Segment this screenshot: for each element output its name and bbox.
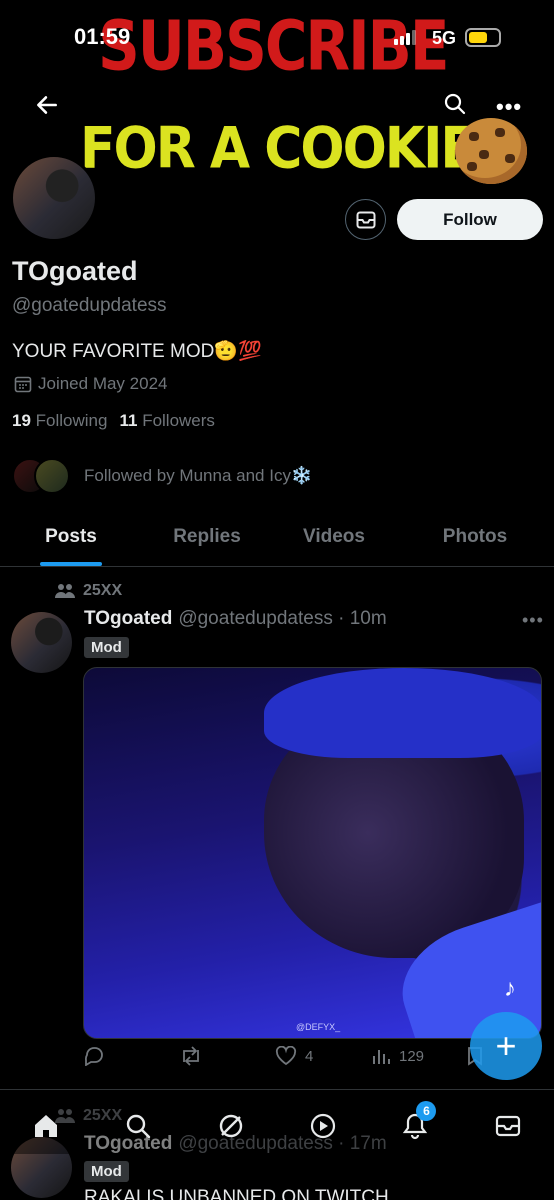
search-icon bbox=[127, 1114, 151, 1139]
status-time: 01:59 bbox=[74, 24, 131, 49]
banner-cookie-text: FOR A COOKIE bbox=[80, 116, 476, 182]
nav-videos[interactable] bbox=[306, 1109, 340, 1143]
following-link[interactable]: 19 Following bbox=[12, 411, 107, 431]
profile-display-name: TOgoated bbox=[12, 256, 138, 286]
community-icon bbox=[55, 584, 75, 598]
bottom-nav: 6 bbox=[0, 1098, 554, 1154]
battery-icon bbox=[465, 28, 501, 47]
video-durag bbox=[264, 668, 541, 758]
nav-search[interactable] bbox=[121, 1109, 155, 1143]
mail-icon bbox=[495, 1115, 520, 1137]
signal-icon bbox=[394, 30, 416, 45]
nav-notifications[interactable]: 6 bbox=[398, 1101, 437, 1143]
post-text: RAKAI IS UNBANNED ON TWITCH bbox=[84, 1187, 389, 1200]
post-author-meta: @goatedupdatess · 10m bbox=[178, 608, 387, 629]
post-header: TOgoated @goatedupdatess · 10m bbox=[84, 608, 387, 630]
post-more-icon[interactable]: ••• bbox=[522, 610, 544, 631]
like-count: 4 bbox=[305, 1047, 314, 1065]
view-count: 129 bbox=[399, 1047, 425, 1065]
more-options-icon[interactable]: ••• bbox=[496, 94, 522, 120]
joined-text: Joined May 2024 bbox=[38, 374, 168, 393]
post-video[interactable]: @DEFYX_ ♪ bbox=[83, 667, 542, 1039]
mod-badge: Mod bbox=[84, 1161, 129, 1182]
post-author-name[interactable]: TOgoated bbox=[84, 608, 172, 630]
network-label: 5G bbox=[432, 28, 457, 48]
tab-photos[interactable]: Photos bbox=[396, 508, 554, 566]
following-count: 19 bbox=[12, 411, 31, 430]
repost-icon bbox=[183, 1046, 199, 1066]
post-actions: 4 129 bbox=[83, 1046, 533, 1066]
play-icon bbox=[311, 1113, 336, 1139]
views-icon bbox=[373, 1050, 390, 1064]
followers-label: Followers bbox=[142, 411, 215, 430]
home-icon bbox=[35, 1115, 58, 1137]
joined-date: Joined May 2024 bbox=[14, 374, 167, 394]
post-author-avatar[interactable] bbox=[11, 612, 72, 673]
back-arrow-icon[interactable] bbox=[34, 92, 60, 118]
notification-badge: 6 bbox=[416, 1101, 437, 1121]
follow-stats: 19 Following 11 Followers bbox=[12, 411, 215, 431]
tab-replies[interactable]: Replies bbox=[142, 508, 272, 566]
followers-link[interactable]: 11 Followers bbox=[119, 411, 214, 431]
followed-by-row[interactable]: Followed by Munna and Icy❄️ bbox=[12, 458, 312, 494]
cookie-icon bbox=[455, 118, 527, 184]
repost-button[interactable] bbox=[179, 1046, 275, 1066]
calendar-icon bbox=[14, 376, 32, 393]
profile-handle: @goatedupdatess bbox=[12, 295, 167, 316]
views-button[interactable]: 129 bbox=[371, 1047, 467, 1065]
nav-home[interactable] bbox=[29, 1109, 63, 1143]
profile-bio: YOUR FAVORITE MOD🫡💯 bbox=[12, 341, 262, 362]
reply-button[interactable] bbox=[83, 1046, 179, 1066]
compose-button[interactable]: + bbox=[470, 1012, 542, 1080]
follow-button[interactable]: Follow bbox=[397, 199, 543, 240]
banner-subscribe-text: SUBSCRIBE bbox=[98, 6, 449, 87]
video-watermark: @DEFYX_ bbox=[296, 1022, 341, 1032]
profile-tabs: Posts Replies Videos Photos bbox=[0, 508, 554, 567]
follower-avatar bbox=[34, 458, 70, 494]
heart-icon bbox=[275, 1046, 297, 1066]
profile-avatar[interactable] bbox=[10, 154, 98, 242]
nav-messages[interactable] bbox=[491, 1109, 525, 1143]
mail-icon bbox=[356, 211, 375, 228]
mod-badge: Mod bbox=[84, 637, 129, 658]
followed-by-text: Followed by Munna and Icy❄️ bbox=[84, 466, 313, 485]
post-divider bbox=[0, 1089, 554, 1090]
tab-posts[interactable]: Posts bbox=[0, 508, 142, 566]
community-label[interactable]: 25XX bbox=[55, 582, 122, 600]
like-button[interactable]: 4 bbox=[275, 1046, 371, 1066]
tiktok-icon: ♪ bbox=[504, 975, 516, 1002]
search-icon[interactable] bbox=[443, 92, 467, 116]
following-label: Following bbox=[35, 411, 108, 430]
reply-icon bbox=[84, 1047, 103, 1066]
tab-videos[interactable]: Videos bbox=[272, 508, 396, 566]
followers-count: 11 bbox=[119, 411, 138, 430]
message-button[interactable] bbox=[345, 199, 386, 240]
community-name: 25XX bbox=[83, 582, 123, 599]
nav-grok[interactable] bbox=[214, 1109, 248, 1143]
grok-icon bbox=[219, 1114, 243, 1138]
